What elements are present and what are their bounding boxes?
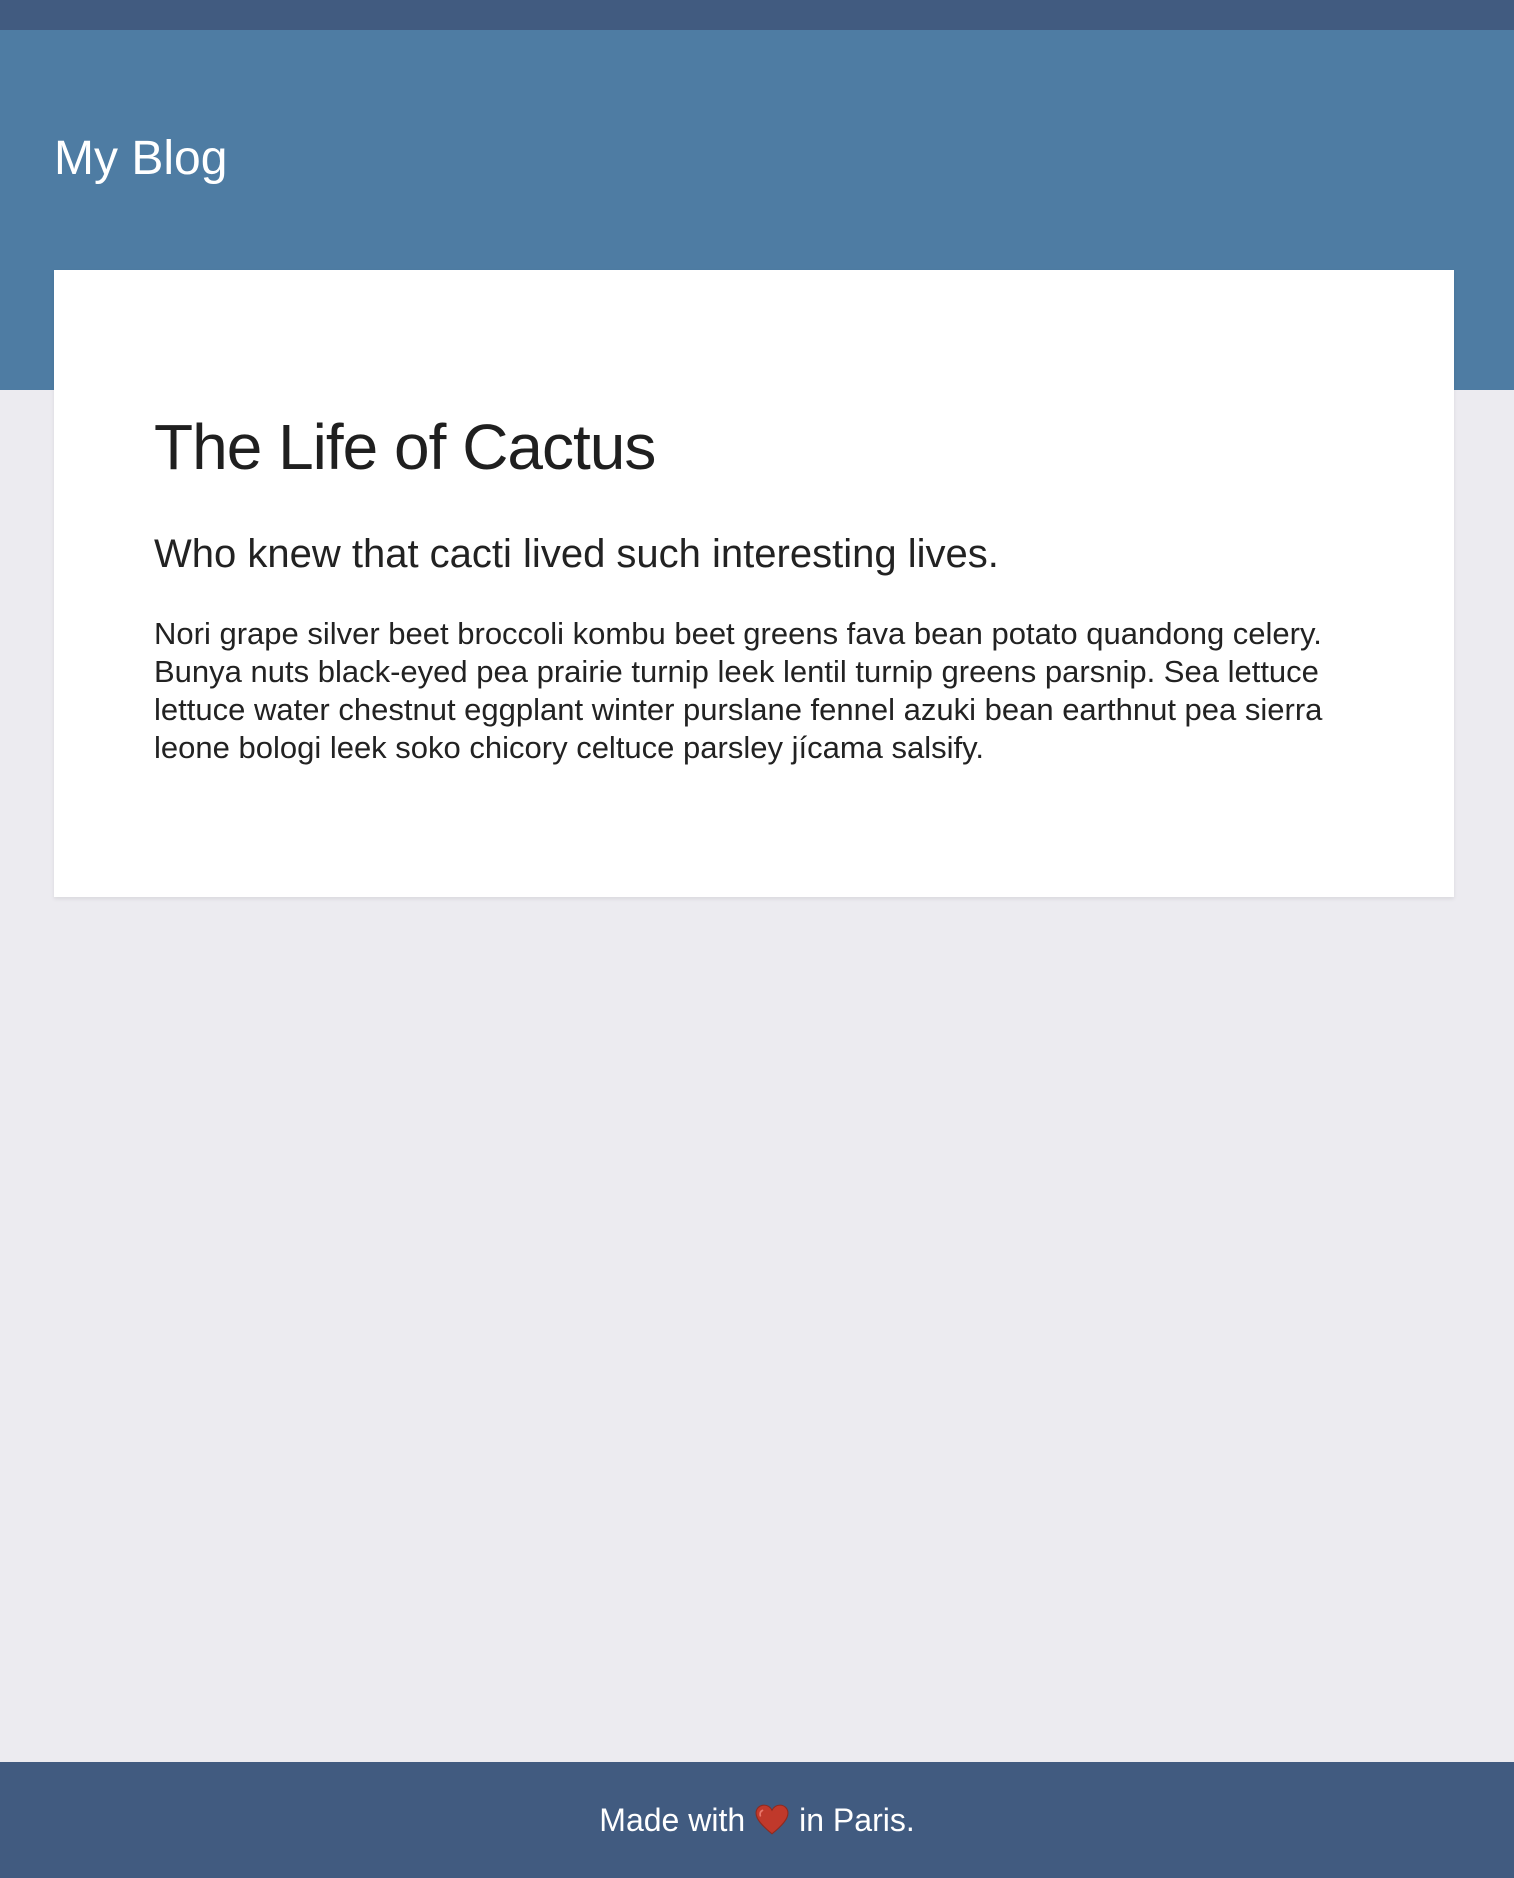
footer-text: Made with in Paris.: [599, 1802, 914, 1839]
top-strip: [0, 0, 1514, 30]
post-subtitle: Who knew that cacti lived such interesti…: [154, 532, 999, 576]
post-body: Nori grape silver beet broccoli kombu be…: [154, 616, 1323, 765]
site-footer: Made with in Paris.: [0, 1762, 1514, 1878]
footer-text-after: in Paris.: [799, 1801, 915, 1838]
post-card: The Life of Cactus Who knew that cacti l…: [54, 270, 1454, 897]
heart-icon: [755, 1804, 789, 1836]
post-title: The Life of Cactus: [154, 411, 656, 483]
footer-text-before: Made with: [599, 1801, 746, 1838]
site-title-link[interactable]: My Blog: [54, 130, 227, 188]
